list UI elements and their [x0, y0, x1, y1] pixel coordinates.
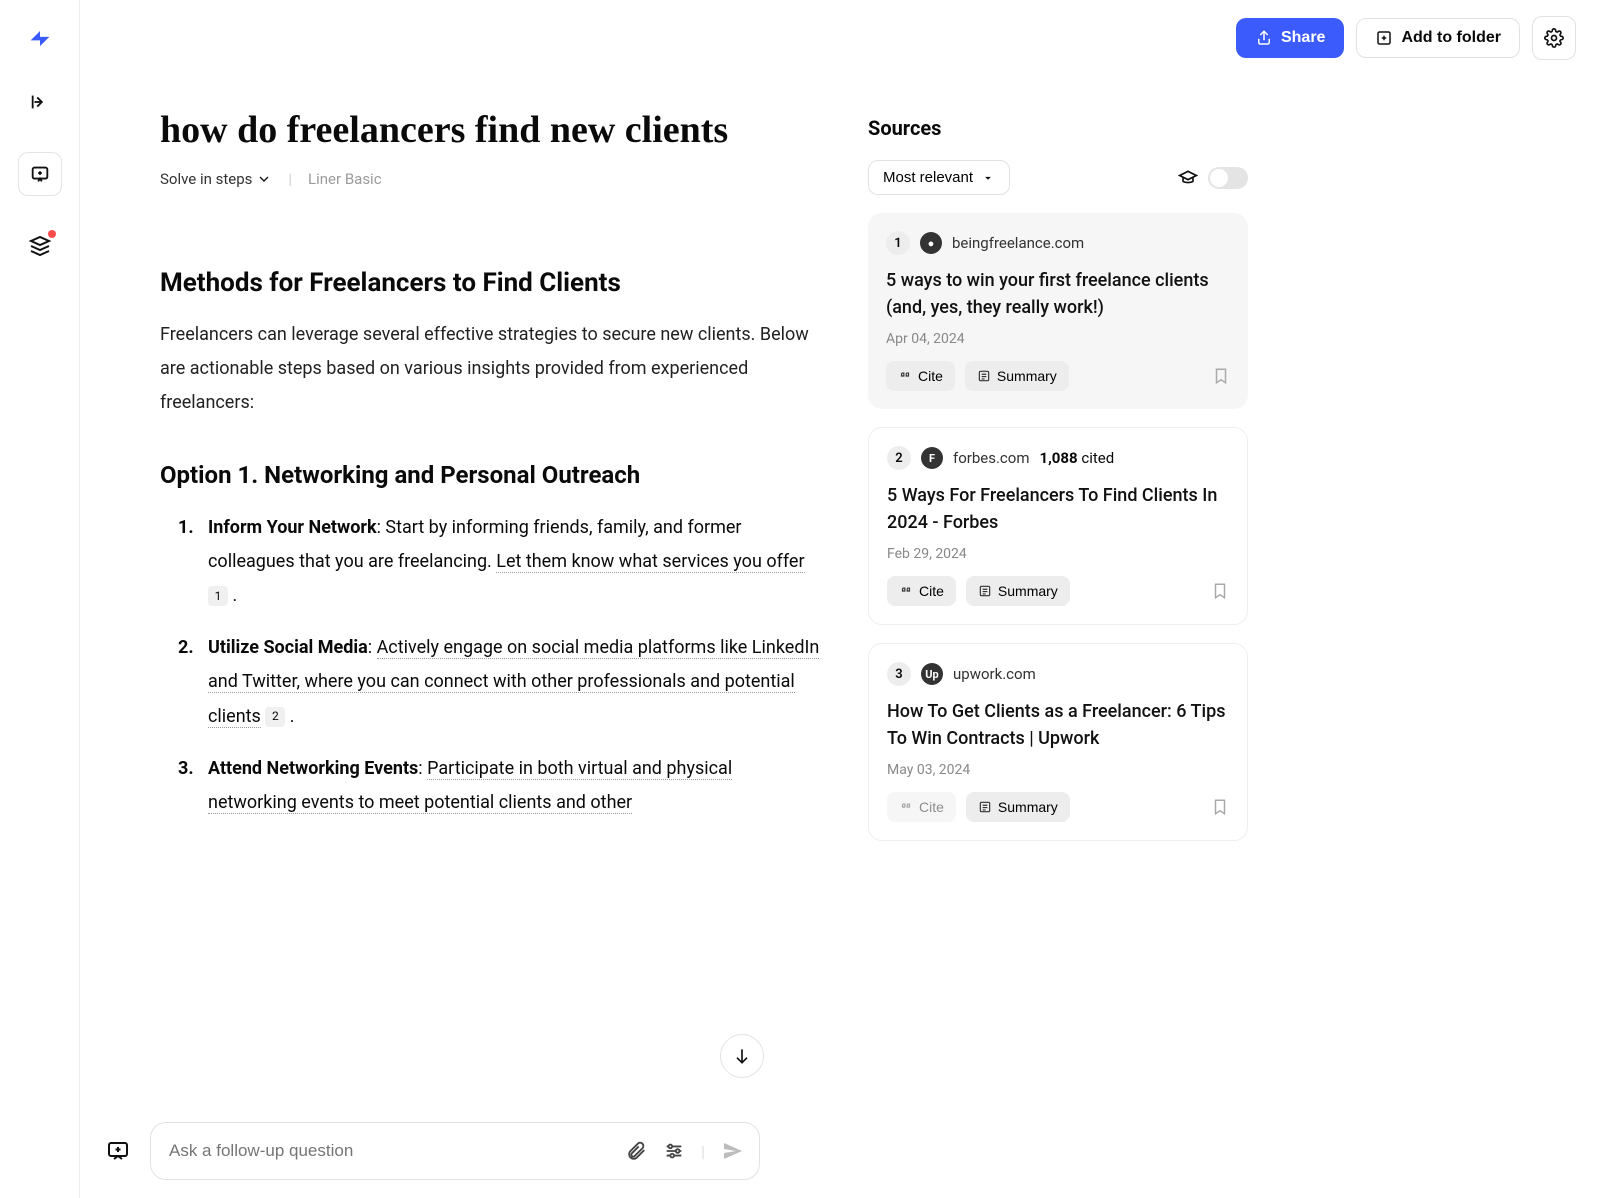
summary-button[interactable]: Summary [966, 792, 1070, 822]
source-domain: beingfreelance.com [952, 234, 1084, 252]
left-sidebar [0, 0, 80, 1198]
expand-sidebar-button[interactable] [18, 80, 62, 124]
source-index: 1 [886, 231, 910, 255]
cite-button[interactable]: Cite [887, 576, 956, 606]
cite-button[interactable]: Cite [886, 361, 955, 391]
source-title: 5 ways to win your first freelance clien… [886, 267, 1230, 321]
page-title: how do freelancers find new clients [160, 108, 820, 152]
library-button[interactable] [18, 224, 62, 268]
option-heading: Option 1. Networking and Personal Outrea… [160, 461, 820, 489]
source-title: 5 Ways For Freelancers To Find Clients I… [887, 482, 1229, 536]
tune-button[interactable] [663, 1140, 685, 1162]
favicon-icon: ● [920, 232, 942, 254]
citation-chip[interactable]: 1 [208, 586, 228, 606]
new-thread-button[interactable] [100, 1133, 136, 1169]
summary-button[interactable]: Summary [966, 576, 1070, 606]
share-button[interactable]: Share [1236, 18, 1344, 58]
chevron-down-icon [256, 171, 272, 187]
source-card[interactable]: 1 ● beingfreelance.com 5 ways to win you… [868, 213, 1248, 409]
academic-toggle[interactable] [1208, 167, 1248, 189]
bookmark-button[interactable] [1212, 367, 1230, 385]
add-to-folder-button[interactable]: Add to folder [1356, 18, 1520, 58]
article: how do freelancers find new clients Solv… [160, 68, 820, 1198]
academic-cap-icon [1178, 168, 1198, 188]
settings-button[interactable] [1532, 16, 1576, 60]
sources-panel: Sources Most relevant 1 ● beingfreelance… [868, 68, 1248, 1198]
article-meta: Solve in steps | Liner Basic [160, 170, 820, 188]
citation-chip[interactable]: 2 [265, 707, 285, 727]
top-bar: Share Add to folder [80, 0, 1600, 68]
share-label: Share [1281, 29, 1325, 47]
list-item: Attend Networking Events: Participate in… [178, 752, 820, 820]
sort-dropdown[interactable]: Most relevant [868, 160, 1010, 195]
cite-button: Cite [887, 792, 956, 822]
section-heading: Methods for Freelancers to Find Clients [160, 268, 820, 298]
favicon-icon: F [921, 447, 943, 469]
follow-up-input[interactable] [165, 1131, 615, 1171]
bookmark-button[interactable] [1211, 798, 1229, 816]
add-folder-label: Add to folder [1401, 29, 1501, 47]
source-title: How To Get Clients as a Freelancer: 6 Ti… [887, 698, 1229, 752]
bookmark-button[interactable] [1211, 582, 1229, 600]
list-item: Inform Your Network: Start by informing … [178, 511, 820, 614]
cited-count: 1,088 cited [1040, 449, 1115, 467]
source-card[interactable]: 2 F forbes.com 1,088 cited 5 Ways For Fr… [868, 427, 1248, 625]
send-button[interactable] [721, 1139, 745, 1163]
steps-list: Inform Your Network: Start by informing … [160, 511, 820, 821]
source-domain: forbes.com [953, 449, 1030, 467]
summary-button[interactable]: Summary [965, 361, 1069, 391]
list-item: Utilize Social Media: Actively engage on… [178, 631, 820, 734]
notification-dot-icon [48, 230, 56, 238]
intro-paragraph: Freelancers can leverage several effecti… [160, 318, 820, 421]
source-date: Apr 04, 2024 [886, 331, 1230, 347]
attach-button[interactable] [625, 1140, 647, 1162]
source-index: 3 [887, 662, 911, 686]
source-index: 2 [887, 446, 911, 470]
new-note-button[interactable] [18, 152, 62, 196]
source-date: Feb 29, 2024 [887, 546, 1229, 562]
caret-down-icon [981, 171, 995, 185]
source-date: May 03, 2024 [887, 762, 1229, 778]
source-domain: upwork.com [953, 665, 1036, 683]
follow-up-composer: | [150, 1122, 760, 1180]
source-card[interactable]: 3 Up upwork.com How To Get Clients as a … [868, 643, 1248, 841]
plan-label: Liner Basic [308, 170, 382, 188]
sources-heading: Sources [868, 116, 1248, 140]
mode-selector[interactable]: Solve in steps [160, 170, 272, 188]
app-logo[interactable] [26, 24, 54, 52]
scroll-down-button[interactable] [720, 1034, 764, 1078]
divider: | [288, 170, 292, 188]
favicon-icon: Up [921, 663, 943, 685]
